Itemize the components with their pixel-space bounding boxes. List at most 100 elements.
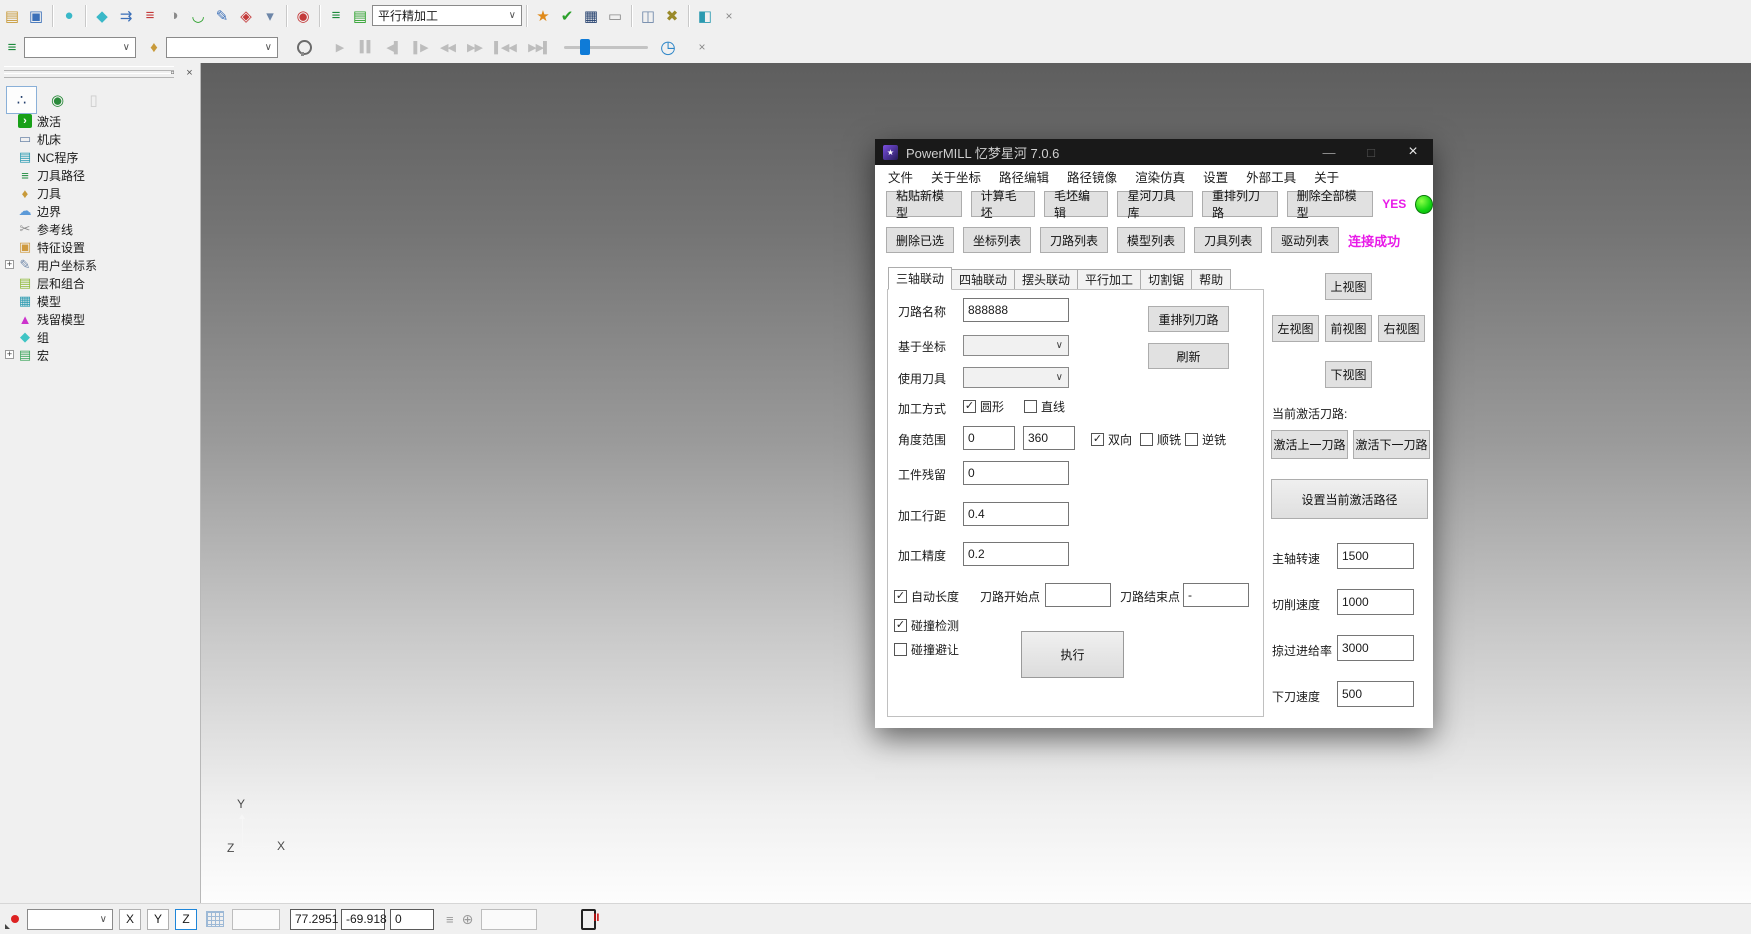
rearrange-toolpaths-button[interactable]: 重排列刀路	[1202, 191, 1278, 217]
close-button[interactable]: ×	[1397, 139, 1429, 165]
view-top-button[interactable]: 上视图	[1325, 273, 1372, 300]
tab-4axis[interactable]: 四轴联动	[952, 269, 1015, 290]
panel-gripper[interactable]	[4, 66, 174, 71]
calculator-icon[interactable]: ▦	[579, 4, 603, 28]
angle-to-input[interactable]: 360	[1023, 426, 1075, 450]
step-back-button[interactable]: ◀▌	[380, 35, 407, 59]
strategy-combobox[interactable]: 平行精加工 ∨	[372, 5, 522, 26]
tree-item-models[interactable]: ▦ 模型	[5, 292, 198, 310]
view-front-button[interactable]: 前视图	[1325, 315, 1372, 342]
set-active-path-button[interactable]: 设置当前激活路径	[1271, 479, 1428, 519]
tool-holder-icon[interactable]: ◉	[291, 4, 315, 28]
tolerance-input[interactable]: 0.2	[963, 542, 1069, 566]
block-icon[interactable]: ◆	[90, 4, 114, 28]
collision-avoid-checkbox[interactable]: 碰撞避让	[894, 641, 959, 658]
delete-all-models-button[interactable]: 删除全部模型	[1287, 191, 1374, 217]
play-button[interactable]: ▶	[326, 35, 353, 59]
view-right-button[interactable]: 右视图	[1378, 315, 1425, 342]
panel-float-icon[interactable]: ▫	[166, 66, 179, 79]
tab-3axis[interactable]: 三轴联动	[888, 267, 952, 290]
menu-settings[interactable]: 设置	[1194, 167, 1237, 186]
sim-tool-icon[interactable]: ♦	[142, 35, 166, 59]
tree-item-levels-sets[interactable]: ▤ 层和组合	[5, 274, 198, 292]
auto-length-checkbox[interactable]: ✓ 自动长度	[894, 588, 959, 605]
activate-next-toolpath-button[interactable]: 激活下一刀路	[1353, 430, 1430, 459]
skim-feed-input[interactable]: 3000	[1337, 635, 1414, 661]
points-icon[interactable]: ◈	[234, 4, 258, 28]
record-button[interactable]	[3, 908, 27, 930]
tree-item-stock-models[interactable]: ▲ 残留模型	[5, 310, 198, 328]
toolpath-list-icon[interactable]: ▤	[348, 4, 372, 28]
sim-tool-combobox[interactable]: ∨	[166, 37, 278, 58]
tab-saw[interactable]: 切割锯	[1141, 269, 1192, 290]
coord-list-button[interactable]: 坐标列表	[963, 227, 1031, 253]
tool-star-icon[interactable]: ★	[531, 4, 555, 28]
block-edit-button[interactable]: 毛坯编辑	[1044, 191, 1108, 217]
toolbar-close-icon[interactable]: ×	[717, 4, 741, 28]
lightbulb-icon[interactable]	[292, 35, 316, 59]
collision-check-checkbox[interactable]: ✓ 碰撞检测	[894, 617, 959, 634]
end-point-input[interactable]: -	[1183, 583, 1249, 607]
cutting-feed-input[interactable]: 1000	[1337, 589, 1414, 615]
maximize-button[interactable]: □	[1355, 139, 1387, 165]
axis-y-button[interactable]: Y	[147, 909, 169, 930]
save-icon[interactable]: ▣	[24, 4, 48, 28]
menu-file[interactable]: 文件	[879, 167, 922, 186]
go-to-start-button[interactable]: ▌◀◀	[488, 35, 522, 59]
drive-list-button[interactable]: 驱动列表	[1271, 227, 1339, 253]
tree-item-activate[interactable]: › 激活	[5, 112, 198, 130]
tab-parallel[interactable]: 平行加工	[1078, 269, 1141, 290]
tree-item-tools[interactable]: ♦ 刀具	[5, 184, 198, 202]
calc-block-button[interactable]: 计算毛坯	[971, 191, 1035, 217]
status-combobox[interactable]: ∨	[27, 909, 113, 930]
spindle-speed-input[interactable]: 1500	[1337, 543, 1414, 569]
model-pair-icon[interactable]: ◧	[693, 4, 717, 28]
expander-plus-icon[interactable]: +	[5, 350, 14, 359]
rearrange-button[interactable]: 重排列刀路	[1148, 306, 1229, 332]
refresh-button[interactable]: 刷新	[1148, 343, 1229, 369]
step-forward-button[interactable]: ▌▶	[407, 35, 434, 59]
tree-item-groups[interactable]: ◆ 组	[5, 328, 198, 346]
stepover-input[interactable]: 0.4	[963, 502, 1069, 526]
open-file-icon[interactable]: ▤	[0, 4, 24, 28]
activate-prev-toolpath-button[interactable]: 激活上一刀路	[1271, 430, 1348, 459]
axis-z-button[interactable]: Z	[175, 909, 197, 930]
fast-forward-button[interactable]: ▶▶	[461, 35, 488, 59]
panel-close-icon[interactable]: ×	[183, 66, 196, 79]
measure-field[interactable]	[481, 909, 537, 930]
clock-icon[interactable]: ◷	[656, 35, 680, 59]
menu-path-edit[interactable]: 路径编辑	[990, 167, 1058, 186]
tab-tilt-head[interactable]: 摆头联动	[1015, 269, 1078, 290]
menu-render-sim[interactable]: 渲染仿真	[1126, 167, 1194, 186]
sim-toolpath-icon[interactable]: ≡	[0, 35, 24, 59]
print-icon[interactable]: ●	[57, 4, 81, 28]
tools-cross-icon[interactable]: ✖	[660, 4, 684, 28]
tree-item-workplanes[interactable]: + ✎ 用户坐标系	[5, 256, 198, 274]
explorer-globe-tab[interactable]: ◉	[42, 86, 73, 114]
tree-item-machine[interactable]: ▭ 机床	[5, 130, 198, 148]
grid-toggle-button[interactable]	[203, 909, 227, 930]
tree-item-macros[interactable]: + ▤ 宏	[5, 346, 198, 364]
axis-x-button[interactable]: X	[119, 909, 141, 930]
mode-circle-checkbox[interactable]: ✓ 圆形	[963, 398, 1004, 415]
tree-item-toolpaths[interactable]: ≡ 刀具路径	[5, 166, 198, 184]
start-point-input[interactable]	[1045, 583, 1111, 607]
stock-remain-input[interactable]: 0	[963, 461, 1069, 485]
bidirectional-checkbox[interactable]: ✓ 双向	[1091, 431, 1132, 448]
use-tool-combobox[interactable]: ∨	[963, 367, 1069, 388]
expander-plus-icon[interactable]: +	[5, 260, 14, 269]
wrench-pair-icon[interactable]: ◫	[636, 4, 660, 28]
tree-item-nc-programs[interactable]: ▤ NC程序	[5, 148, 198, 166]
angle-from-input[interactable]: 0	[963, 426, 1015, 450]
boundary-icon[interactable]: ◡	[186, 4, 210, 28]
execute-button[interactable]: 执行	[1021, 631, 1124, 678]
grid-size-field[interactable]	[232, 909, 280, 930]
toolpath-name-input[interactable]: 888888	[963, 298, 1069, 322]
tab-help[interactable]: 帮助	[1192, 269, 1231, 290]
view-bottom-button[interactable]: 下视图	[1325, 361, 1372, 388]
sim-toolpath-combobox[interactable]: ∨	[24, 37, 136, 58]
delete-selected-button[interactable]: 删除已选	[886, 227, 954, 253]
tree-item-reference-lines[interactable]: ✂ 参考线	[5, 220, 198, 238]
tool-block-icon[interactable]: ▾	[258, 4, 282, 28]
conventional-mill-checkbox[interactable]: 逆铣	[1185, 431, 1226, 448]
